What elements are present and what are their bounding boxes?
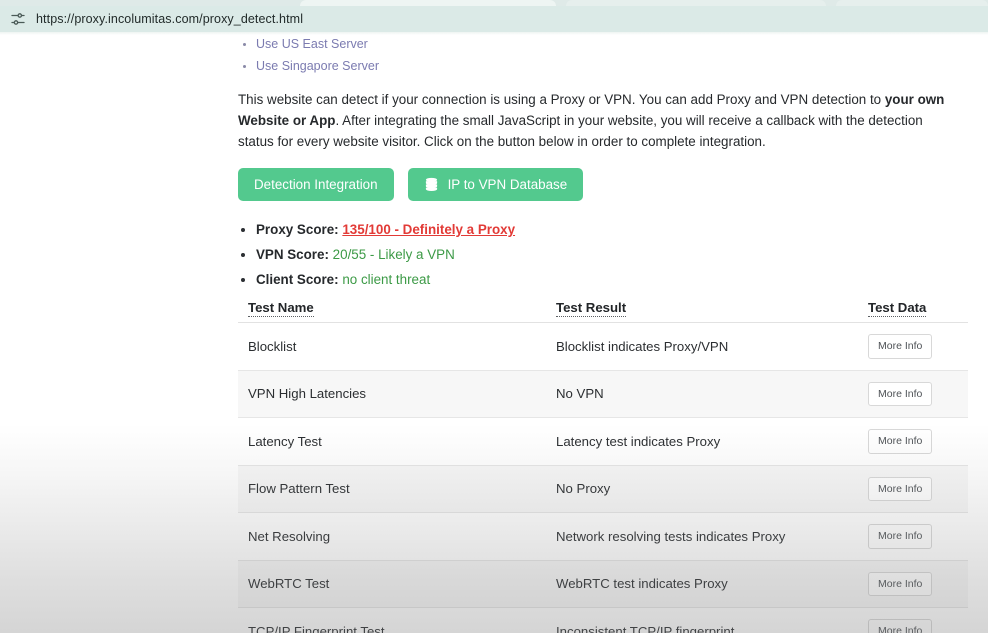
more-info-button[interactable]: More Info [868, 619, 933, 633]
link-singapore-server[interactable]: Use Singapore Server [256, 59, 379, 73]
cell-test-result: Network resolving tests indicates Proxy [546, 512, 858, 561]
column-header-test-data: Test Data [858, 300, 968, 323]
score-label: VPN Score: [256, 247, 329, 262]
cell-test-result: Inconsistent TCP/IP fingerprint [546, 607, 858, 633]
table-row: Latency Test Latency test indicates Proxy… [238, 417, 968, 466]
cell-test-name: Net Resolving [238, 512, 546, 561]
score-label: Proxy Score: [256, 222, 339, 237]
intro-text-part1: This website can detect if your connecti… [238, 92, 885, 107]
cell-test-data: More Info [858, 322, 968, 371]
cell-test-data: More Info [858, 512, 968, 561]
cell-test-data: More Info [858, 607, 968, 633]
page-body: Use US East Server Use Singapore Server … [0, 35, 988, 633]
detection-integration-label: Detection Integration [254, 176, 378, 192]
sliders-icon[interactable] [10, 11, 26, 27]
cell-test-result: Blocklist indicates Proxy/VPN [546, 322, 858, 371]
ip-to-vpn-database-button[interactable]: IP to VPN Database [407, 168, 584, 201]
test-results-table: Test Name Test Result Test Data Blocklis… [238, 300, 968, 633]
client-score-value: no client threat [342, 272, 431, 287]
browser-window: https://proxy.incolumitas.com/proxy_dete… [0, 0, 988, 633]
more-info-button[interactable]: More Info [868, 476, 933, 501]
cell-test-result: No VPN [546, 370, 858, 418]
vpn-score-value: 20/55 - Likely a VPN [332, 247, 455, 262]
table-body: Blocklist Blocklist indicates Proxy/VPN Mo… [238, 322, 968, 633]
table-row: Blocklist Blocklist indicates Proxy/VPN Mo… [238, 322, 968, 371]
more-info-button[interactable]: More Info [868, 571, 933, 596]
more-info-button[interactable]: More Info [868, 381, 933, 406]
proxy-score-value: 135/100 - Definitely a Proxy [342, 222, 516, 237]
list-item: Use US East Server [256, 35, 968, 53]
more-info-button[interactable]: More Info [868, 429, 933, 454]
table-row: Net Resolving Network resolving tests ind… [238, 512, 968, 561]
table-row: VPN High Latencies No VPN More Info [238, 370, 968, 418]
cell-test-name: TCP/IP Fingerprint Test [238, 607, 546, 633]
cell-test-data: More Info [858, 560, 968, 608]
more-info-button[interactable]: More Info [868, 334, 933, 359]
cell-test-data: More Info [858, 417, 968, 466]
list-item: Use Singapore Server [256, 57, 968, 75]
cell-test-name: Latency Test [238, 417, 546, 466]
database-icon [424, 177, 439, 192]
table-row: WebRTC Test WebRTC test indicates Proxy Mo… [238, 560, 968, 608]
column-header-label: Test Data [868, 300, 927, 317]
score-item-vpn: VPN Score: 20/55 - Likely a VPN [256, 246, 968, 263]
cell-test-name: Flow Pattern Test [238, 465, 546, 513]
column-header-test-result: Test Result [546, 300, 858, 323]
score-item-proxy: Proxy Score: 135/100 - Definitely a Prox… [256, 221, 968, 238]
detection-integration-button[interactable]: Detection Integration [238, 168, 394, 201]
cell-test-name: VPN High Latencies [238, 370, 546, 418]
score-summary-list: Proxy Score: 135/100 - Definitely a Prox… [238, 221, 968, 288]
table-row: TCP/IP Fingerprint Test Inconsistent TCP/… [238, 607, 968, 633]
url-text[interactable]: https://proxy.incolumitas.com/proxy_dete… [36, 12, 303, 26]
column-header-label: Test Result [556, 300, 627, 317]
column-header-label: Test Name [248, 300, 314, 317]
cell-test-result: WebRTC test indicates Proxy [546, 560, 858, 608]
table-header: Test Name Test Result Test Data [238, 300, 968, 323]
score-label: Client Score: [256, 272, 339, 287]
content-column: Use US East Server Use Singapore Server … [238, 35, 968, 633]
cell-test-name: WebRTC Test [238, 560, 546, 608]
intro-text-part2: . After integrating the small JavaScript… [238, 113, 923, 149]
column-header-test-name: Test Name [238, 300, 546, 323]
cell-test-name: Blocklist [238, 322, 546, 371]
table-header-row: Test Name Test Result Test Data [238, 300, 968, 323]
address-bar[interactable]: https://proxy.incolumitas.com/proxy_dete… [0, 6, 988, 32]
cell-test-result: No Proxy [546, 465, 858, 513]
server-links-list: Use US East Server Use Singapore Server [238, 35, 968, 75]
score-item-client: Client Score: no client threat [256, 271, 968, 288]
table-row: Flow Pattern Test No Proxy More Info [238, 465, 968, 513]
button-row: Detection Integration IP to VPN Database [238, 168, 968, 201]
cell-test-data: More Info [858, 465, 968, 513]
cell-test-data: More Info [858, 370, 968, 418]
more-info-button[interactable]: More Info [868, 524, 933, 549]
ip-to-vpn-database-label: IP to VPN Database [447, 176, 568, 192]
cell-test-result: Latency test indicates Proxy [546, 417, 858, 466]
intro-paragraph: This website can detect if your connecti… [238, 89, 956, 152]
link-us-east-server[interactable]: Use US East Server [256, 37, 368, 51]
